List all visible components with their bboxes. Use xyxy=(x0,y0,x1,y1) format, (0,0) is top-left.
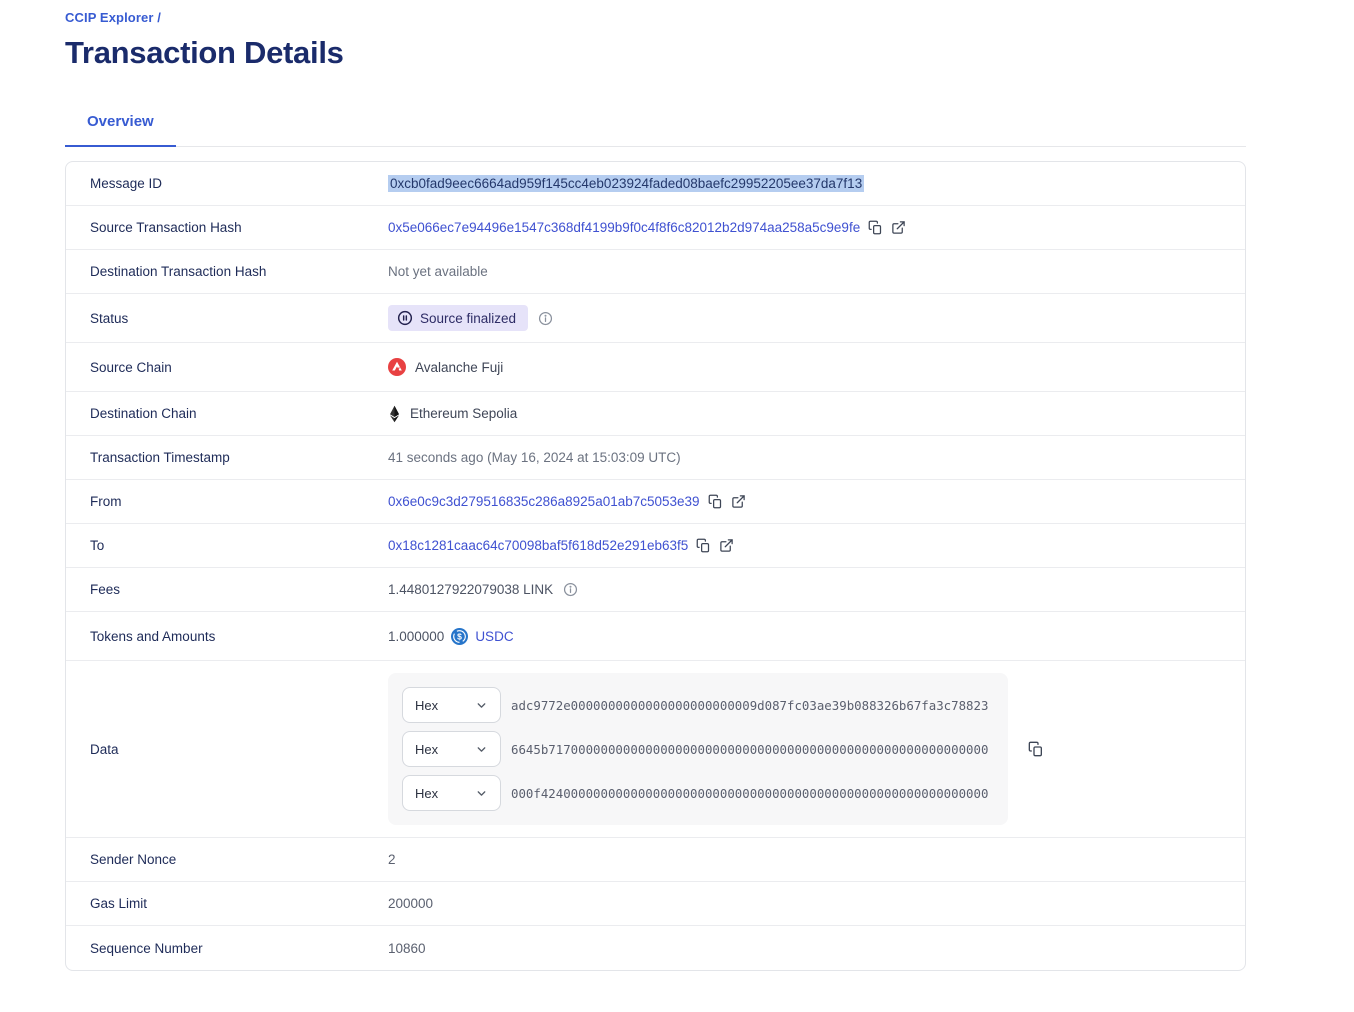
dest-chain-name: Ethereum Sepolia xyxy=(410,406,517,421)
copy-icon[interactable] xyxy=(708,494,723,509)
data-format-value: Hex xyxy=(415,786,438,801)
chevron-down-icon xyxy=(475,743,488,756)
row-label: Tokens and Amounts xyxy=(66,629,388,644)
tab-bar: Overview xyxy=(65,113,1246,147)
transaction-details-card: Message ID 0xcb0fad9eec6664ad959f145cc4e… xyxy=(65,161,1246,971)
from-address-link[interactable]: 0x6e0c9c3d279516835c286a8925a01ab7c5053e… xyxy=(388,494,700,509)
data-hex-line: adc9772e0000000000000000000000009d087fc0… xyxy=(511,698,988,713)
row-label: Source Chain xyxy=(66,360,388,375)
table-row-data: Data Hex adc9772e00000000000000000000000… xyxy=(66,661,1245,838)
row-label: Message ID xyxy=(66,176,388,191)
data-hex-line: 000f424000000000000000000000000000000000… xyxy=(511,786,988,801)
row-label: Fees xyxy=(66,582,388,597)
pause-circle-icon xyxy=(397,310,413,326)
table-row-source-tx-hash: Source Transaction Hash 0x5e066ec7e94496… xyxy=(66,206,1245,250)
table-row-source-chain: Source Chain Avalanche Fuji xyxy=(66,343,1245,392)
data-format-select[interactable]: Hex xyxy=(402,731,501,767)
data-format-select[interactable]: Hex xyxy=(402,687,501,723)
timestamp-value: 41 seconds ago (May 16, 2024 at 15:03:09… xyxy=(388,450,681,465)
copy-icon[interactable] xyxy=(1028,741,1044,757)
table-row-gas-limit: Gas Limit 200000 xyxy=(66,882,1245,926)
to-address-link[interactable]: 0x18c1281caac64c70098baf5f618d52e291eb63… xyxy=(388,538,688,553)
table-row-status: Status Source finalized xyxy=(66,294,1245,343)
chevron-down-icon xyxy=(475,787,488,800)
message-id-value: 0xcb0fad9eec6664ad959f145cc4eb023924fade… xyxy=(388,175,864,192)
row-label: Sender Nonce xyxy=(66,852,388,867)
row-label: Destination Transaction Hash xyxy=(66,264,388,279)
row-label: Status xyxy=(66,311,388,326)
tab-overview[interactable]: Overview xyxy=(65,113,176,147)
data-hex-container: Hex adc9772e0000000000000000000000009d08… xyxy=(388,673,1008,825)
table-row-timestamp: Transaction Timestamp 41 seconds ago (Ma… xyxy=(66,436,1245,480)
breadcrumb-ccip-explorer-link[interactable]: CCIP Explorer xyxy=(65,10,153,25)
copy-icon[interactable] xyxy=(868,220,883,235)
row-label: To xyxy=(66,538,388,553)
source-tx-hash-link[interactable]: 0x5e066ec7e94496e1547c368df4199b9f0c4f8f… xyxy=(388,220,860,235)
status-badge-label: Source finalized xyxy=(420,311,516,326)
dest-chain-value: Ethereum Sepolia xyxy=(388,405,517,423)
table-row-fees: Fees 1.4480127922079038 LINK xyxy=(66,568,1245,612)
data-format-select[interactable]: Hex xyxy=(402,775,501,811)
row-label: Data xyxy=(66,742,388,757)
data-hex-row: Hex 6645b7170000000000000000000000000000… xyxy=(402,731,994,767)
table-row-to: To 0x18c1281caac64c70098baf5f618d52e291e… xyxy=(66,524,1245,568)
fees-value: 1.4480127922079038 LINK xyxy=(388,582,553,597)
row-label: From xyxy=(66,494,388,509)
table-row-from: From 0x6e0c9c3d279516835c286a8925a01ab7c… xyxy=(66,480,1245,524)
row-label: Gas Limit xyxy=(66,896,388,911)
external-link-icon[interactable] xyxy=(731,494,746,509)
data-hex-row: Hex adc9772e0000000000000000000000009d08… xyxy=(402,687,994,723)
external-link-icon[interactable] xyxy=(719,538,734,553)
table-row-sequence-number: Sequence Number 10860 xyxy=(66,926,1245,970)
status-badge: Source finalized xyxy=(388,305,528,331)
row-label: Source Transaction Hash xyxy=(66,220,388,235)
page-title: Transaction Details xyxy=(65,35,1246,71)
token-symbol-link[interactable]: USDC xyxy=(475,629,513,644)
table-row-dest-chain: Destination Chain Ethereum Sepolia xyxy=(66,392,1245,436)
usdc-icon: $ xyxy=(451,628,468,645)
avalanche-icon xyxy=(388,358,406,376)
data-hex-row: Hex 000f42400000000000000000000000000000… xyxy=(402,775,994,811)
dest-tx-hash-value: Not yet available xyxy=(388,264,488,279)
info-icon[interactable] xyxy=(538,311,553,326)
data-hex-line: 6645b71700000000000000000000000000000000… xyxy=(511,742,988,757)
row-label: Transaction Timestamp xyxy=(66,450,388,465)
table-row-message-id: Message ID 0xcb0fad9eec6664ad959f145cc4e… xyxy=(66,162,1245,206)
row-label: Destination Chain xyxy=(66,406,388,421)
copy-icon[interactable] xyxy=(696,538,711,553)
token-amount: 1.000000 xyxy=(388,629,444,644)
sender-nonce-value: 2 xyxy=(388,852,396,867)
source-chain-value: Avalanche Fuji xyxy=(388,358,503,376)
breadcrumb: CCIP Explorer / xyxy=(65,10,1246,25)
table-row-dest-tx-hash: Destination Transaction Hash Not yet ava… xyxy=(66,250,1245,294)
info-icon[interactable] xyxy=(563,582,578,597)
table-row-sender-nonce: Sender Nonce 2 xyxy=(66,838,1245,882)
breadcrumb-separator: / xyxy=(157,10,161,25)
external-link-icon[interactable] xyxy=(891,220,906,235)
svg-text:$: $ xyxy=(457,631,462,641)
gas-limit-value: 200000 xyxy=(388,896,433,911)
table-row-tokens: Tokens and Amounts 1.000000 $ USDC xyxy=(66,612,1245,661)
row-label: Sequence Number xyxy=(66,941,388,956)
chevron-down-icon xyxy=(475,699,488,712)
sequence-number-value: 10860 xyxy=(388,941,426,956)
ethereum-icon xyxy=(388,405,401,423)
data-format-value: Hex xyxy=(415,698,438,713)
source-chain-name: Avalanche Fuji xyxy=(415,360,503,375)
data-format-value: Hex xyxy=(415,742,438,757)
